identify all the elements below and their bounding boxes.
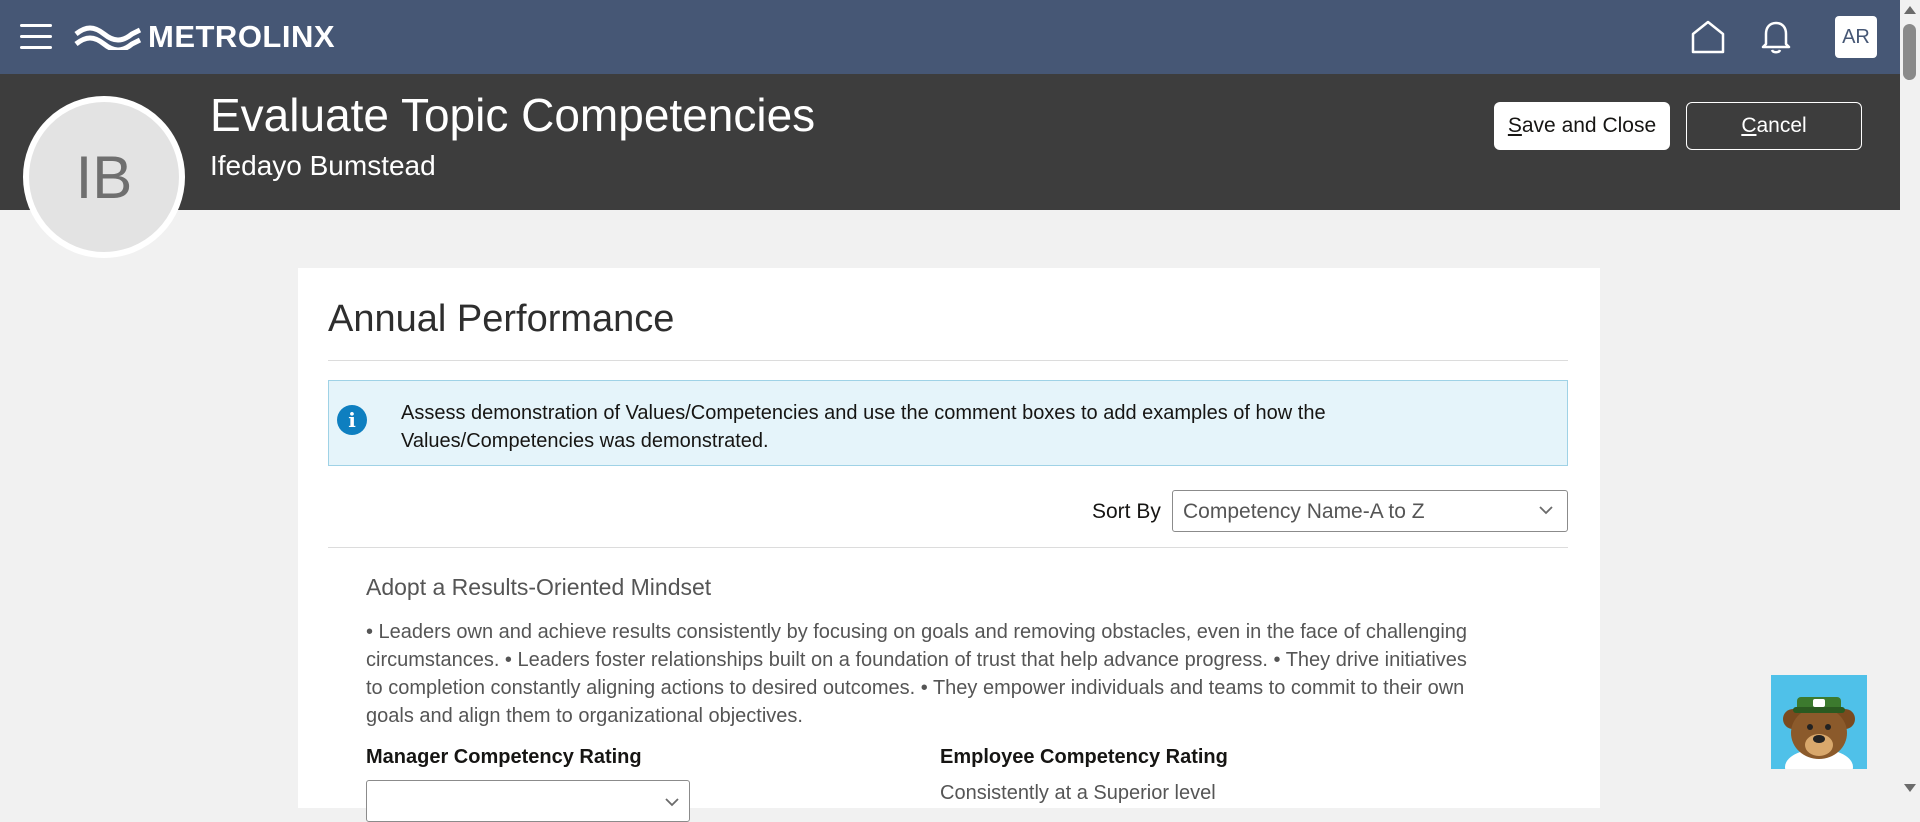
bear-mascot-assistant-icon[interactable]	[1771, 675, 1867, 769]
metrolinx-logo[interactable]: METROLINX	[74, 17, 335, 57]
scroll-up-arrow-icon[interactable]	[1904, 6, 1916, 14]
competency-description: • Leaders own and achieve results consis…	[366, 621, 1468, 727]
bell-icon[interactable]	[1759, 18, 1793, 61]
cancel-button[interactable]: Cancel	[1686, 102, 1862, 150]
manager-rating-select[interactable]	[366, 780, 690, 822]
home-icon[interactable]	[1689, 18, 1727, 61]
chevron-down-icon	[1537, 501, 1555, 524]
top-navigation-bar: METROLINX AR	[0, 0, 1900, 74]
sort-by-select[interactable]: Competency Name-A to Z	[1172, 490, 1568, 532]
cancel-label-rest: ancel	[1756, 114, 1807, 137]
section-divider	[328, 360, 1568, 361]
cancel-accesskey: C	[1741, 114, 1757, 137]
employee-rating-label: Employee Competency Rating	[940, 746, 1228, 768]
info-message-box: i Assess demonstration of Values/Compete…	[328, 380, 1568, 466]
info-message-text: Assess demonstration of Values/Competenc…	[401, 402, 1326, 452]
save-label-rest: ave and Close	[1521, 114, 1657, 137]
evaluation-card: Annual Performance i Assess demonstratio…	[298, 268, 1600, 822]
save-accesskey: S	[1507, 114, 1522, 137]
hamburger-menu-icon[interactable]	[20, 24, 52, 50]
sort-by-label: Sort By	[1092, 500, 1161, 523]
brand-name: METROLINX	[148, 19, 336, 54]
manager-rating-label: Manager Competency Rating	[366, 746, 642, 768]
vertical-scrollbar[interactable]	[1900, 0, 1920, 800]
employee-rating-value: Consistently at a Superior level	[940, 782, 1216, 804]
metrolinx-wave-icon	[74, 25, 142, 50]
chevron-down-icon	[663, 793, 681, 816]
sort-by-value: Competency Name-A to Z	[1183, 500, 1425, 523]
competency-title: Adopt a Results-Oriented Mindset	[366, 574, 712, 600]
user-avatar[interactable]: AR	[1835, 16, 1877, 58]
save-and-close-button[interactable]: Save and Close	[1494, 102, 1670, 150]
info-icon: i	[337, 405, 367, 435]
employee-name: Ifedayo Bumstead	[210, 150, 436, 181]
scrollbar-thumb[interactable]	[1903, 24, 1916, 80]
page-title: Evaluate Topic Competencies	[210, 89, 816, 141]
sort-divider	[328, 547, 1568, 548]
section-title: Annual Performance	[328, 298, 675, 340]
scroll-down-arrow-icon[interactable]	[1904, 784, 1916, 792]
employee-avatar: IB	[23, 96, 185, 258]
